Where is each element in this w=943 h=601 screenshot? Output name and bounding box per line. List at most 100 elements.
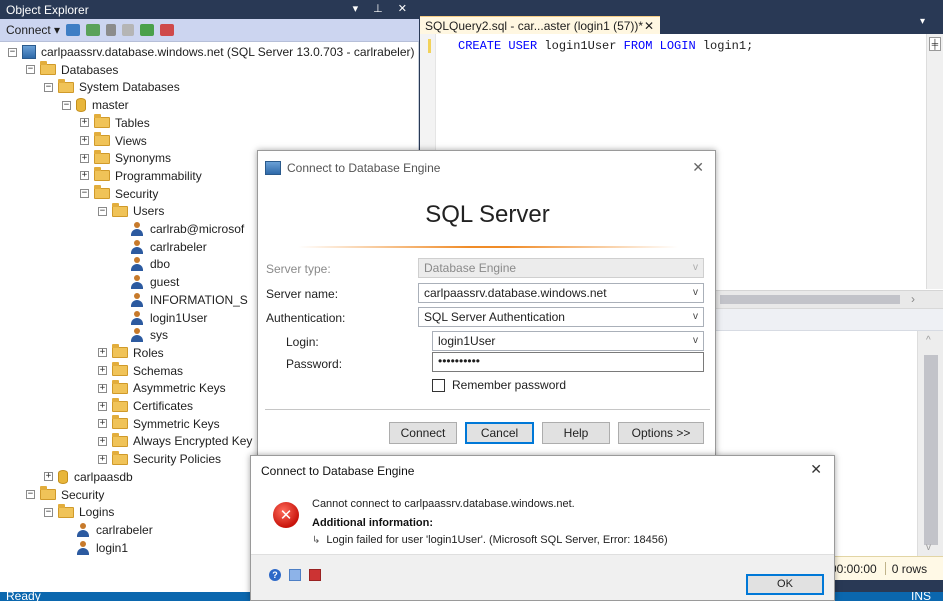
scroll-right-icon[interactable]: › [911, 292, 915, 306]
tab-label: SQLQuery2.sql - car...aster (login1 (57)… [425, 19, 644, 33]
password-field[interactable]: •••••••••• [432, 352, 704, 372]
user-icon [130, 275, 144, 290]
tab-overflow-icon[interactable]: ▾ [920, 16, 925, 27]
collapse-icon[interactable]: − [44, 82, 53, 92]
expand-icon[interactable]: + [98, 348, 107, 358]
expand-icon[interactable]: + [80, 136, 89, 145]
remember-password-label: Remember password [452, 378, 567, 392]
options-button[interactable]: Options >> [618, 422, 704, 444]
scroll-up-icon[interactable]: ^ [926, 335, 931, 346]
error-detail[interactable]: ↳ Login failed for user 'login1User'. (M… [312, 534, 668, 546]
tree-node[interactable]: + Views [80, 132, 147, 150]
tree-node[interactable]: + Always Encrypted Key [98, 432, 252, 450]
tree-node[interactable]: + Security Policies [98, 450, 221, 468]
tree-node[interactable]: − carlpaassrv.database.windows.net (SQL S… [8, 43, 415, 61]
expand-icon[interactable]: + [98, 454, 107, 464]
tree-node[interactable]: login1User [130, 309, 207, 327]
tab-close-icon[interactable]: ✕ [644, 19, 654, 33]
tree-node[interactable]: − Logins [44, 503, 114, 521]
server-type-label: Server type: [266, 262, 331, 276]
chevron-down-icon[interactable]: v [693, 334, 698, 348]
tree-node[interactable]: + Roles [98, 344, 164, 362]
expand-icon[interactable]: + [80, 153, 89, 163]
refresh-icon[interactable] [140, 24, 155, 36]
expand-icon[interactable]: + [98, 366, 107, 376]
copy-message-icon[interactable] [289, 569, 301, 581]
tree-node[interactable]: carlrab@microsof [130, 220, 244, 238]
scrollbar-thumb[interactable] [720, 295, 900, 304]
chevron-down-icon[interactable]: v [693, 286, 698, 300]
login-select[interactable]: login1User v [432, 331, 704, 351]
tree-node[interactable]: − Databases [26, 61, 118, 79]
tree-node[interactable]: INFORMATION_S [130, 291, 248, 309]
close-icon[interactable]: ✕ [810, 461, 822, 478]
cancel-button[interactable]: Cancel [465, 422, 534, 444]
help-button[interactable]: Help [542, 422, 610, 444]
stop-icon[interactable] [106, 24, 117, 36]
tree-node[interactable]: + carlpaasdb [44, 468, 133, 486]
expand-icon[interactable]: + [80, 118, 89, 128]
expand-icon[interactable]: + [98, 383, 107, 393]
close-icon[interactable]: ✕ [692, 159, 704, 176]
tree-node[interactable]: carlrabeler [130, 238, 207, 256]
tree-node[interactable]: + Symmetric Keys [98, 415, 220, 433]
split-editor-icon[interactable]: ╪ [929, 37, 941, 51]
tree-node[interactable]: dbo [130, 255, 170, 273]
collapse-icon[interactable]: − [26, 490, 35, 499]
scrollbar-thumb[interactable] [924, 355, 938, 545]
tree-node-label: Always Encrypted Key [133, 434, 253, 449]
activity-monitor-icon[interactable] [160, 24, 175, 36]
tree-node[interactable]: login1 [76, 539, 128, 557]
collapse-icon[interactable]: − [26, 65, 35, 75]
panel-window-controls[interactable]: ▾ ⊥ ✕ [353, 2, 413, 15]
collapse-icon[interactable]: − [8, 47, 17, 57]
tree-node[interactable]: + Tables [80, 114, 150, 132]
tree-node[interactable]: + Synonyms [80, 149, 171, 167]
tree-node-label: Logins [79, 505, 115, 520]
error-dialog-tools: ? [269, 569, 321, 581]
tree-node[interactable]: guest [130, 273, 179, 291]
expand-icon[interactable]: + [98, 401, 107, 411]
remember-password-checkbox[interactable]: Remember password [432, 378, 566, 392]
connect-icon[interactable] [66, 24, 81, 36]
server-name-select[interactable]: carlpaassrv.database.windows.net v [418, 283, 704, 303]
folder-icon [94, 114, 110, 129]
tree-node[interactable]: − System Databases [44, 78, 180, 96]
tree-node[interactable]: + Programmability [80, 167, 202, 185]
tree-node[interactable]: − Users [98, 202, 164, 220]
authentication-select[interactable]: SQL Server Authentication v [418, 307, 704, 327]
expand-icon[interactable]: + [98, 436, 107, 446]
tree-node[interactable]: + Schemas [98, 362, 183, 380]
tree-node[interactable]: − Security [80, 185, 158, 203]
tree-node[interactable]: sys [130, 326, 168, 344]
scroll-down-icon[interactable]: v [926, 542, 931, 553]
disconnect-icon[interactable] [86, 24, 101, 36]
tree-node[interactable]: − master [62, 96, 129, 114]
checkbox[interactable] [432, 378, 445, 392]
connect-button[interactable]: Connect [389, 422, 457, 444]
show-technical-details-icon[interactable] [309, 569, 321, 581]
collapse-icon[interactable]: − [44, 507, 53, 517]
chevron-down-icon[interactable]: v [693, 310, 698, 324]
filter-icon[interactable] [122, 24, 135, 36]
connect-dropdown-button[interactable]: Connect ▾ [6, 23, 60, 37]
expand-icon[interactable]: + [98, 419, 107, 429]
collapse-icon[interactable]: − [98, 206, 107, 216]
results-vertical-scrollbar[interactable]: ^ v [917, 331, 943, 559]
help-icon[interactable]: ? [269, 569, 281, 581]
tree-node[interactable]: − Security [26, 486, 104, 504]
expand-icon[interactable]: + [80, 171, 89, 181]
ok-button[interactable]: OK [746, 574, 824, 595]
query-code-line[interactable]: CREATE USER login1User FROM LOGIN login1… [458, 39, 753, 53]
collapse-icon[interactable]: − [80, 189, 89, 199]
tree-node[interactable]: + Certificates [98, 397, 193, 415]
tree-node[interactable]: + Asymmetric Keys [98, 379, 226, 397]
server-icon [22, 45, 36, 59]
collapse-icon[interactable]: − [62, 100, 71, 110]
connect-dialog: Connect to Database Engine ✕ SQL Server … [257, 150, 716, 458]
tree-node[interactable]: carlrabeler [76, 521, 153, 539]
editor-vertical-scrollbar[interactable]: ╪ [926, 34, 943, 289]
sql-server-brand: SQL Server [425, 201, 550, 228]
tab-sqlquery2[interactable]: SQLQuery2.sql - car...aster (login1 (57)… [420, 16, 660, 34]
expand-icon[interactable]: + [44, 472, 53, 482]
